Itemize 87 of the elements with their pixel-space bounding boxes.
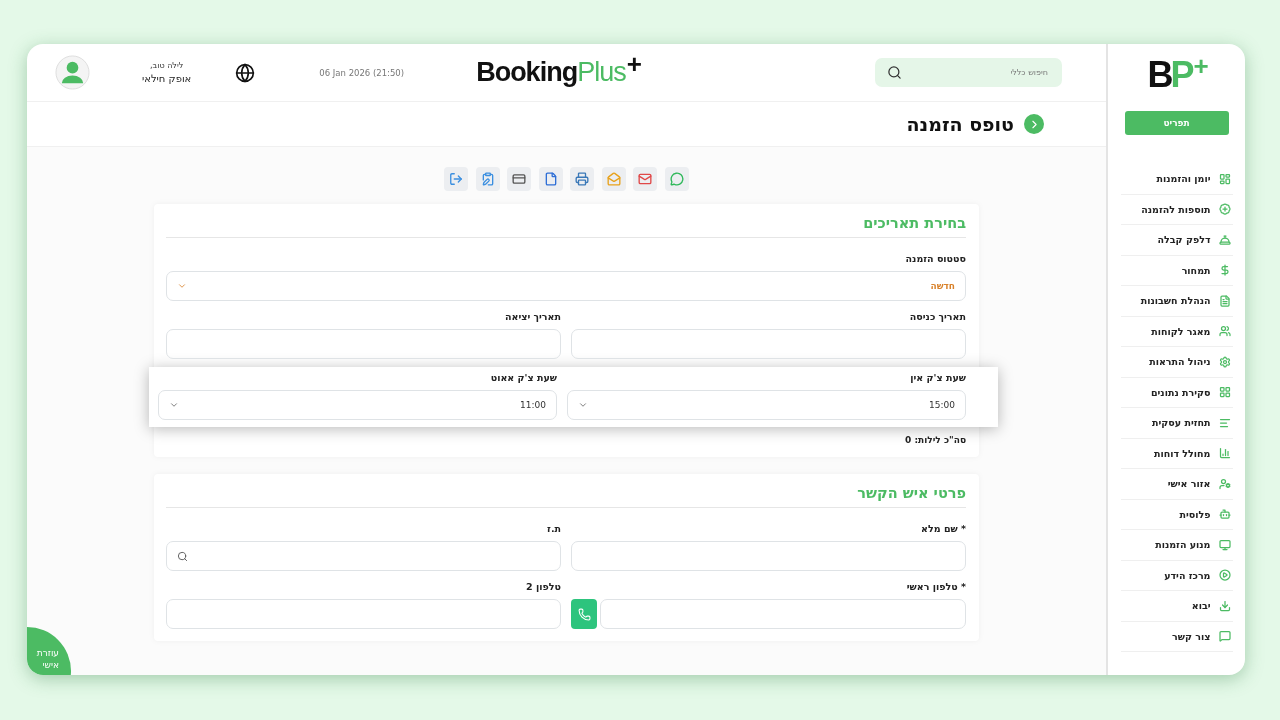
search-field[interactable]: חיפוש כללי xyxy=(875,58,1062,87)
toolbar-button[interactable] xyxy=(601,167,626,191)
logo: BookingPlus+ xyxy=(476,57,641,88)
input-field[interactable] xyxy=(600,599,966,629)
field-label: שעת צ'ק אאוט xyxy=(489,372,557,383)
page-title: טופס הזמנה xyxy=(906,113,1014,135)
sidebar-item[interactable]: דלפק קבלה xyxy=(1120,225,1233,256)
caret-icon xyxy=(177,281,187,291)
envelope-icon xyxy=(606,172,621,186)
play-icon xyxy=(1218,569,1231,582)
sidebar-item[interactable]: פלוסית xyxy=(1120,499,1233,530)
sidebar-item[interactable]: מחולל דוחות xyxy=(1120,438,1233,469)
input-field[interactable] xyxy=(571,541,966,571)
sidebar-item[interactable]: מאגר לקוחות xyxy=(1120,316,1233,347)
section-title: פרטי איש הקשר xyxy=(166,485,966,508)
user-icon xyxy=(1218,477,1231,490)
field-label: סטטוס הזמנה xyxy=(904,253,966,264)
phone-button[interactable] xyxy=(571,599,597,629)
search-icon xyxy=(177,550,188,562)
sidebar-item[interactable]: צור קשר xyxy=(1120,621,1233,652)
badge-icon xyxy=(1218,203,1231,216)
bell-icon xyxy=(1218,233,1231,246)
bars-icon xyxy=(1218,416,1231,429)
field-label: שעת צ'ק אין xyxy=(909,372,966,383)
globe-icon[interactable] xyxy=(235,62,256,83)
sidebar-item[interactable]: יבוא xyxy=(1120,591,1233,622)
nights-total: סה"כ לילות: 0 xyxy=(904,435,966,445)
sidebar-item[interactable]: סקירת נתונים xyxy=(1120,377,1233,408)
select-value: חדשה xyxy=(930,281,955,291)
avatar-icon[interactable] xyxy=(55,55,90,90)
document-icon xyxy=(543,172,558,186)
dollar-icon xyxy=(1218,264,1231,277)
sidebar-item[interactable]: תחזית עסקית xyxy=(1120,408,1233,439)
phone-icon xyxy=(577,607,591,621)
user-name: אופק חילאי xyxy=(142,73,192,84)
exit-icon xyxy=(449,172,464,186)
monitor-icon xyxy=(1218,538,1231,551)
users-icon xyxy=(1218,325,1231,338)
caret-icon xyxy=(169,400,179,410)
input-field[interactable] xyxy=(166,599,561,629)
back-button[interactable] xyxy=(1024,114,1044,134)
sidebar-item[interactable]: תוספות להזמנה xyxy=(1120,194,1233,225)
chat-icon xyxy=(1218,630,1231,643)
select-field[interactable]: 11:00 xyxy=(158,390,557,420)
caret-icon xyxy=(578,400,588,410)
toolbar-button[interactable] xyxy=(444,167,469,191)
toolbar-button[interactable] xyxy=(475,167,500,191)
date-time: 06 Jan 2026 (21:50) xyxy=(319,67,405,78)
greeting: לילה טוב, xyxy=(150,61,184,70)
section-title: בחירת תאריכים xyxy=(166,215,966,238)
sidebar-item[interactable]: תמחור xyxy=(1120,255,1233,286)
sidebar-item[interactable]: אזור אישי xyxy=(1120,469,1233,500)
sidebar-item[interactable]: מרכז הידע xyxy=(1120,560,1233,591)
toolbar-button[interactable] xyxy=(507,167,532,191)
field-label: * טלפון ראשי xyxy=(905,581,966,592)
input-field[interactable] xyxy=(571,329,966,359)
select-field[interactable]: 15:00 xyxy=(567,390,966,420)
sidebar-item[interactable]: מנוע הזמנות xyxy=(1120,530,1233,561)
chart-icon xyxy=(1218,447,1231,460)
field-label: * שם מלא xyxy=(920,523,966,534)
toolbar-button[interactable] xyxy=(633,167,658,191)
download-icon xyxy=(1218,599,1231,612)
input-field[interactable] xyxy=(166,541,561,571)
sidebar-item[interactable]: ניהול התראות xyxy=(1120,347,1233,378)
toolbar-button[interactable] xyxy=(664,167,689,191)
select-value: 11:00 xyxy=(520,400,546,410)
gear-icon xyxy=(1218,355,1231,368)
field-label: תאריך כניסה xyxy=(908,311,966,322)
sidebar-item[interactable]: יומן והזמנות xyxy=(1120,164,1233,195)
logo: BP+ xyxy=(1147,58,1206,94)
field-label: ת.ז xyxy=(546,523,561,534)
sidebar-item[interactable]: הנהלת חשבונות xyxy=(1120,286,1233,317)
select-value: 15:00 xyxy=(929,400,955,410)
clipboard-edit-icon xyxy=(480,172,495,186)
field-label: תאריך יציאה xyxy=(504,311,561,322)
mail-icon xyxy=(638,172,653,186)
credit-card-icon xyxy=(512,172,527,186)
toolbar-button[interactable] xyxy=(570,167,595,191)
dashboard-icon xyxy=(1218,172,1231,185)
robot-icon xyxy=(1218,508,1231,521)
document-icon xyxy=(1218,294,1231,307)
search-icon xyxy=(887,65,902,80)
field-label: טלפון 2 xyxy=(525,581,561,592)
printer-icon xyxy=(575,172,590,186)
grid-icon xyxy=(1218,386,1231,399)
toolbar-button[interactable] xyxy=(538,167,563,191)
input-field[interactable] xyxy=(166,329,561,359)
